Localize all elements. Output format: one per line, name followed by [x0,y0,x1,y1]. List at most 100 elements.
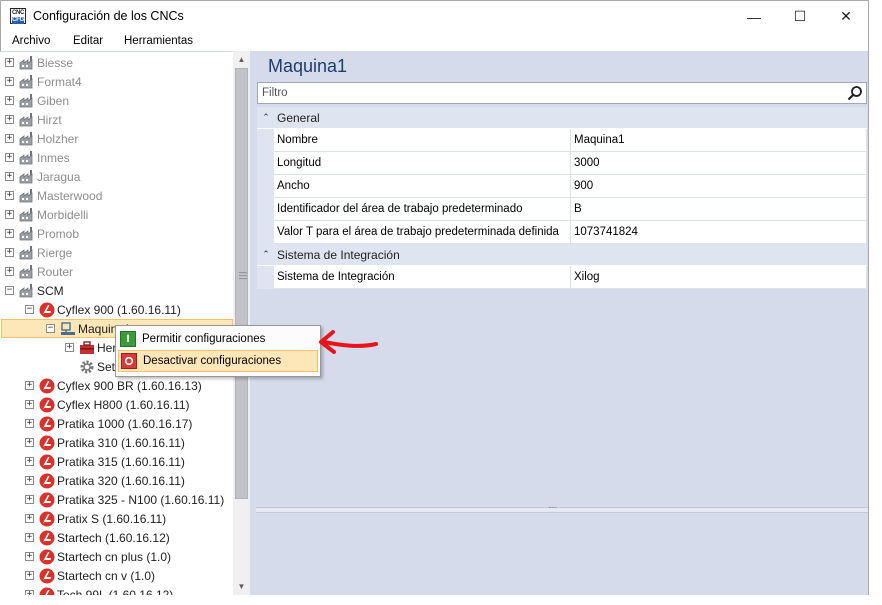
expand-icon[interactable]: + [25,381,34,390]
expand-icon[interactable]: + [25,457,34,466]
title-bar[interactable]: CNC CFG Configuración de los CNCs — ☐ ✕ [1,1,868,32]
expand-icon[interactable]: + [5,248,14,257]
tree-item[interactable]: + Pratika 310 (1.60.16.11) [25,433,185,452]
factory-icon [19,74,35,90]
tree-item[interactable]: + Biesse [5,53,73,72]
menu-item-desactivar[interactable]: Desactivar configuraciones [118,350,318,372]
tree-item[interactable]: + Startech (1.60.16.12) [25,528,170,547]
cnc-logo-icon [39,511,55,527]
tree-item[interactable]: + Holzher [5,129,78,148]
expand-icon[interactable]: + [5,153,14,162]
property-value[interactable]: 3000 [571,152,867,175]
tree-item[interactable]: + Startech cn plus (1.0) [25,547,171,566]
property-grid[interactable]: ⌃ General Nombre Maquina1 Longitud 3000 Ancho 9… [257,107,867,289]
scroll-thumb[interactable]: — — — [235,68,248,499]
tree-item[interactable]: + Tech 99L (1.60.16.12) [25,585,173,595]
expand-icon[interactable]: + [25,514,34,523]
tree-item[interactable]: + Pratika 320 (1.60.16.11) [25,471,185,490]
expand-icon[interactable]: + [25,419,34,428]
chevron-up-icon[interactable]: ⌃ [257,112,275,123]
tree-item[interactable]: + Jaragua [5,167,80,186]
filter-input[interactable]: Filtro [257,82,867,104]
expand-icon[interactable]: + [25,476,34,485]
menu-item-label: Desactivar configuraciones [143,355,282,367]
grip-icon: ····· [548,503,557,512]
expand-icon[interactable]: + [25,400,34,409]
property-name[interactable]: Longitud [274,152,571,175]
tree-item[interactable]: + Masterwood [5,186,102,205]
property-row[interactable]: Sistema de Integración Xilog [257,266,867,289]
expand-icon[interactable]: + [5,267,14,276]
tree-item[interactable]: + Pratika 315 (1.60.16.11) [25,452,185,471]
expand-icon[interactable]: + [65,343,74,352]
expand-icon[interactable]: + [5,229,14,238]
maximize-button[interactable]: ☐ [777,1,823,32]
scroll-up-arrow-icon[interactable]: ▲ [233,51,250,68]
collapse-icon[interactable]: − [46,324,55,333]
property-name[interactable]: Valor T para el área de trabajo predeter… [274,221,571,244]
expand-icon[interactable]: + [5,210,14,219]
property-row[interactable]: Longitud 3000 [257,152,867,175]
minimize-button[interactable]: — [731,1,777,32]
property-value[interactable]: B [571,198,867,221]
expand-icon[interactable]: + [5,77,14,86]
tree-item[interactable]: + Cyflex 900 BR (1.60.16.13) [25,376,202,395]
property-row[interactable]: Ancho 900 [257,175,867,198]
property-value[interactable]: Xilog [571,266,867,289]
expand-icon[interactable]: + [25,533,34,542]
factory-icon [19,169,35,185]
property-name[interactable]: Ancho [274,175,571,198]
property-name[interactable]: Nombre [274,129,571,152]
expand-icon[interactable]: + [25,571,34,580]
tree-item[interactable]: + Pratix S (1.60.16.11) [25,509,166,528]
tree-item[interactable]: + Hirzt [5,110,62,129]
menu-herramientas[interactable]: Herramientas [124,35,193,47]
property-name[interactable]: Sistema de Integración [274,266,571,289]
menu-archivo[interactable]: Archivo [12,35,50,47]
expand-icon[interactable]: + [5,172,14,181]
expand-icon[interactable]: + [25,438,34,447]
expand-icon[interactable]: + [5,58,14,67]
tree-item[interactable]: − SCM [5,281,64,300]
collapse-icon[interactable]: − [25,305,34,314]
chevron-up-icon[interactable]: ⌃ [257,249,275,260]
search-icon[interactable] [847,85,863,101]
machine-tree[interactable]: + Biesse + Format4 + Giben + Hirzt + Holzher + Inme… [0,51,251,595]
expand-icon[interactable]: + [5,191,14,200]
property-row[interactable]: Nombre Maquina1 [257,129,867,152]
tree-item[interactable]: + Pratika 325 - N100 (1.60.16.11) [25,490,224,509]
property-row[interactable]: Valor T para el área de trabajo predeter… [257,221,867,244]
property-row[interactable]: Identificador del área de trabajo predet… [257,198,867,221]
cnc-logo-icon [39,397,55,413]
collapse-icon[interactable]: − [5,286,14,295]
tree-item-label: Inmes [37,150,70,165]
property-value[interactable]: Maquina1 [571,129,867,152]
expand-icon[interactable]: + [5,134,14,143]
menu-editar[interactable]: Editar [73,35,103,47]
tree-item[interactable]: − Cyflex 900 (1.60.16.11) [25,300,181,319]
tree-item[interactable]: + Inmes [5,148,70,167]
category-header[interactable]: ⌃ General [257,107,867,129]
tree-item[interactable]: + Router [5,262,73,281]
tree-item[interactable]: + Morbidelli [5,205,88,224]
expand-icon[interactable]: + [25,495,34,504]
property-name[interactable]: Identificador del área de trabajo predet… [274,198,571,221]
tree-item[interactable]: + Startech cn v (1.0) [25,566,155,585]
tree-item[interactable]: + Pratika 1000 (1.60.16.17) [25,414,192,433]
scroll-down-arrow-icon[interactable]: ▼ [233,578,250,595]
expand-icon[interactable]: + [5,96,14,105]
category-header[interactable]: ⌃ Sistema de Integración [257,244,867,266]
property-value[interactable]: 900 [571,175,867,198]
tree-item[interactable]: + Giben [5,91,69,110]
close-button[interactable]: ✕ [823,1,868,32]
property-value[interactable]: 1073741824 [571,221,867,244]
expand-icon[interactable]: + [25,590,34,595]
tree-item[interactable]: + Promob [5,224,79,243]
expand-icon[interactable]: + [25,552,34,561]
expand-icon[interactable]: + [5,115,14,124]
tree-item[interactable]: + Format4 [5,72,82,91]
tree-scrollbar[interactable]: ▲ — — — ▼ [233,51,250,595]
tree-item[interactable]: + Rierge [5,243,72,262]
menu-item-permitir[interactable]: I Permitir configuraciones [118,328,318,350]
tree-item[interactable]: + Cyflex H800 (1.60.16.11) [25,395,190,414]
